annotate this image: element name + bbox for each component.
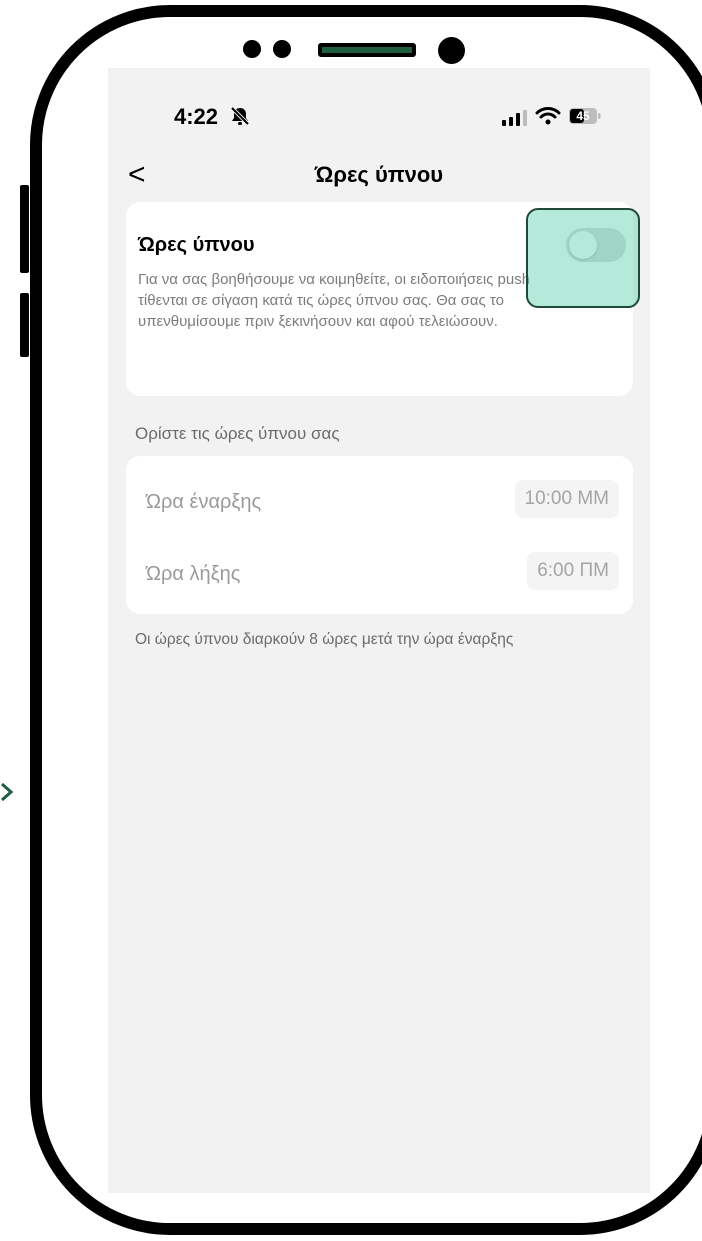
camera-dot-middle — [273, 40, 291, 58]
bell-slash-icon — [230, 106, 250, 126]
camera-dot-left — [243, 40, 261, 58]
navigation-bar: < Ώρες ύπνου — [108, 148, 650, 198]
phone-side-button-upper — [20, 185, 29, 273]
phone-side-button-lower — [20, 293, 29, 357]
wifi-icon — [535, 107, 561, 125]
pointer-arrow-icon — [1, 782, 14, 802]
sleep-hours-description: Για να σας βοηθήσουμε να κοιμηθείτε, οι … — [138, 271, 531, 330]
status-bar: 4:22 45 — [108, 68, 650, 129]
schedule-section-label: Ορίστε τις ώρες ύπνου σας — [135, 424, 340, 443]
status-time: 4:22 — [174, 104, 219, 129]
start-time-value[interactable]: 10:00 ΜΜ — [514, 480, 619, 518]
toggle-highlight-box — [526, 208, 640, 308]
schedule-card: Ώρα έναρξης 10:00 ΜΜ Ώρα λήξης 6:00 ΠΜ — [126, 456, 633, 614]
app-screen: 4:22 45 < Ώρες ύπνου Ώρες ύπνου Για να σ… — [108, 68, 650, 1193]
end-time-value[interactable]: 6:00 ΠΜ — [527, 552, 619, 590]
sleep-hours-card-title: Ώρες ύπνου — [138, 234, 255, 256]
start-time-label: Ώρα έναρξης — [146, 491, 262, 513]
speaker-pill — [318, 43, 416, 57]
battery-level: 45 — [576, 109, 590, 123]
camera-dot-right — [438, 37, 465, 64]
battery-icon: 45 — [568, 106, 602, 126]
page-title: Ώρες ύπνου — [314, 162, 444, 187]
cellular-signal-icon — [502, 110, 527, 126]
schedule-footnote: Οι ώρες ύπνου διαρκούν 8 ώρες μετά την ώ… — [135, 631, 514, 648]
end-time-label: Ώρα λήξης — [146, 563, 241, 585]
